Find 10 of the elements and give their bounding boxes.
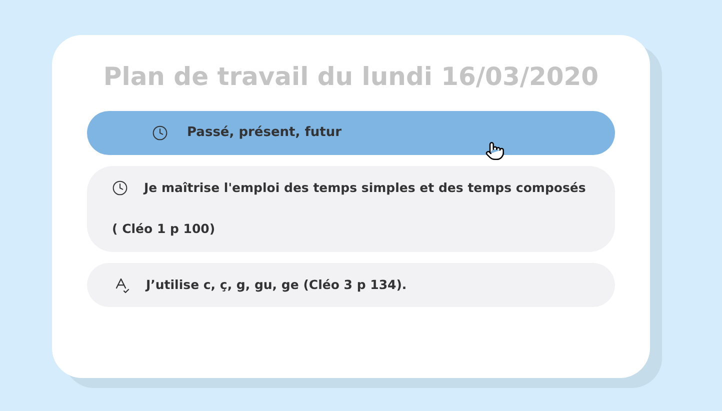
clock-icon xyxy=(152,125,168,141)
pointer-icon xyxy=(485,141,505,161)
page-title: Plan de travail du lundi 16/03/2020 xyxy=(103,61,599,93)
clock-icon xyxy=(112,180,128,196)
task-text: Je maîtrise l'emploi des temps simples et des temps composés xyxy=(144,179,586,197)
task-item[interactable]: Je maîtrise l'emploi des temps simples et des temps composés ( Cléo 1 p 100) xyxy=(87,166,615,252)
task-item[interactable]: J’utilise c, ç, g, gu, ge (Cléo 3 p 134). xyxy=(87,262,615,308)
section-title: Passé, présent, futur xyxy=(187,124,342,142)
task-text: J’utilise c, ç, g, gu, ge (Cléo 3 p 134). xyxy=(146,276,407,294)
task-text: ( Cléo 1 p 100) xyxy=(112,220,216,238)
